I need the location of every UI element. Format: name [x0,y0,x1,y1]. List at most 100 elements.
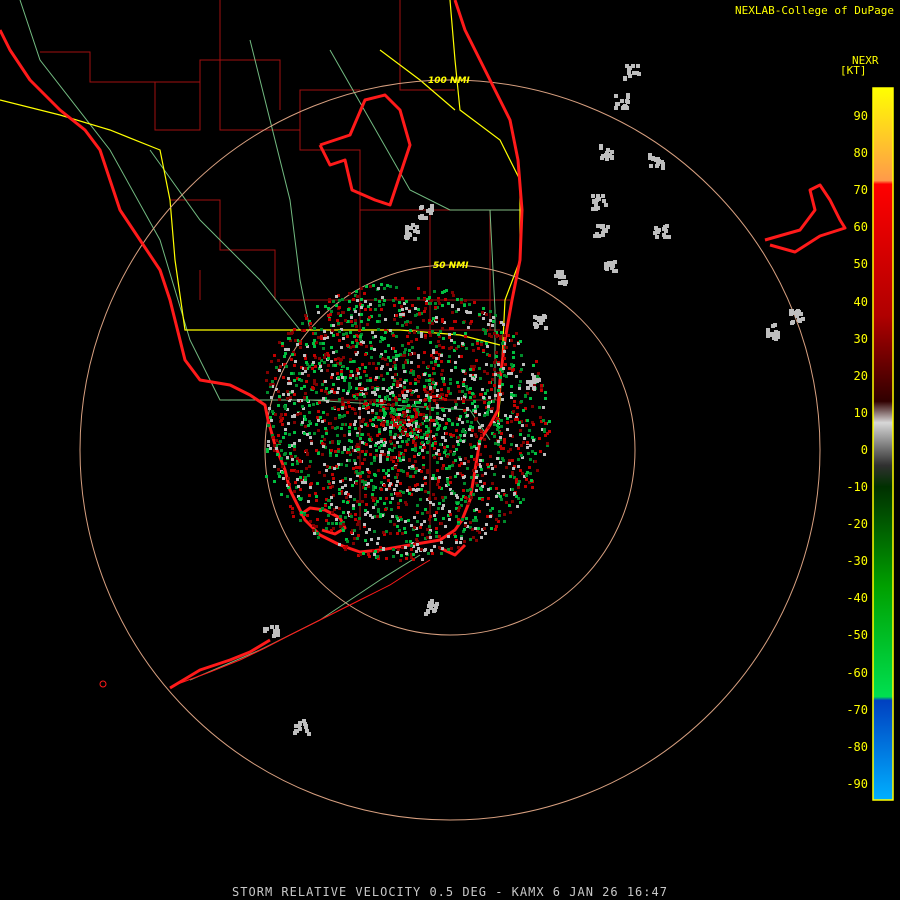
echo-pixel [495,525,498,528]
echo-pixel [419,446,422,449]
echo-pixel [487,497,490,500]
echo-pixel [455,541,458,544]
echo-pixel [605,262,609,266]
echo-pixel [312,361,315,364]
echo-pixel [402,491,405,494]
echo-pixel [506,417,509,420]
echo-pixel [407,232,411,236]
echo-pixel [454,361,457,364]
echo-pixel [353,498,356,501]
echo-pixel [289,396,292,399]
echo-pixel [373,530,376,533]
echo-pixel [774,330,778,334]
echo-pixel [405,323,408,326]
echo-pixel [317,336,320,339]
echo-pixel [401,440,404,443]
echo-pixel [539,416,542,419]
echo-pixel [475,476,478,479]
echo-pixel [425,302,428,305]
echo-pixel [365,443,368,446]
echo-pixel [317,429,320,432]
echo-pixel [410,361,413,364]
echo-pixel [293,402,296,405]
echo-pixel [511,369,514,372]
echo-pixel [428,405,431,408]
echo-pixel [423,385,426,388]
echo-pixel [364,366,367,369]
echo-pixel [463,409,466,412]
echo-pixel [462,476,465,479]
echo-pixel [368,438,371,441]
echo-pixel [313,345,316,348]
echo-pixel [358,427,361,430]
echo-pixel [427,552,430,555]
echo-pixel [440,541,443,544]
echo-pixel [345,332,348,335]
echo-pixel [457,436,460,439]
echo-pixel [397,416,400,419]
echo-pixel [300,387,303,390]
echo-pixel [313,432,316,435]
echo-pixel [465,385,468,388]
echo-pixel [293,448,296,451]
echo-pixel [342,389,345,392]
echo-pixel [395,358,398,361]
echo-pixel [402,453,405,456]
echo-pixel [655,164,659,168]
echo-pixel [476,484,479,487]
echo-pixel [505,466,508,469]
echo-pixel [470,446,473,449]
echo-pixel [337,322,340,325]
echo-pixel [281,465,284,468]
echo-pixel [401,297,404,300]
echo-pixel [423,310,426,313]
echo-pixel [308,411,311,414]
echo-pixel [430,361,433,364]
echo-pixel [481,498,484,501]
echo-pixel [417,287,420,290]
echo-pixel [286,495,289,498]
echo-pixel [438,395,441,398]
echo-pixel [384,350,387,353]
echo-pixel [307,424,310,427]
echo-pixel [510,363,513,366]
echo-pixel [291,353,294,356]
echo-pixel [457,518,460,521]
echo-pixel [429,387,432,390]
echo-pixel [413,352,416,355]
echo-pixel [449,450,452,453]
echo-pixel [296,478,299,481]
echo-pixel [338,488,341,491]
echo-pixel [532,375,536,379]
echo-pixel [422,466,425,469]
echo-pixel [531,486,534,489]
echo-pixel [302,719,306,723]
echo-pixel [365,285,368,288]
echo-pixel [364,495,367,498]
echo-pixel [339,522,342,525]
echo-pixel [415,550,418,553]
echo-pixel [382,547,385,550]
echo-pixel [478,497,481,500]
echo-pixel [620,99,624,103]
echo-pixel [405,394,408,397]
echo-pixel [493,332,496,335]
echo-pixel [305,343,308,346]
echo-pixel [417,356,420,359]
echo-pixel [317,536,320,539]
echo-pixel [287,332,290,335]
echo-pixel [441,547,444,550]
echo-pixel [420,488,423,491]
echo-pixel [370,479,373,482]
echo-pixel [384,318,387,321]
echo-pixel [358,503,361,506]
echo-pixel [290,455,293,458]
echo-pixel [463,304,466,307]
echo-pixel [291,331,294,334]
echo-pixel [425,416,428,419]
echo-pixel [338,306,341,309]
echo-pixel [343,434,346,437]
echo-pixel [443,451,446,454]
echo-pixel [358,387,361,390]
echo-pixel [416,504,419,507]
